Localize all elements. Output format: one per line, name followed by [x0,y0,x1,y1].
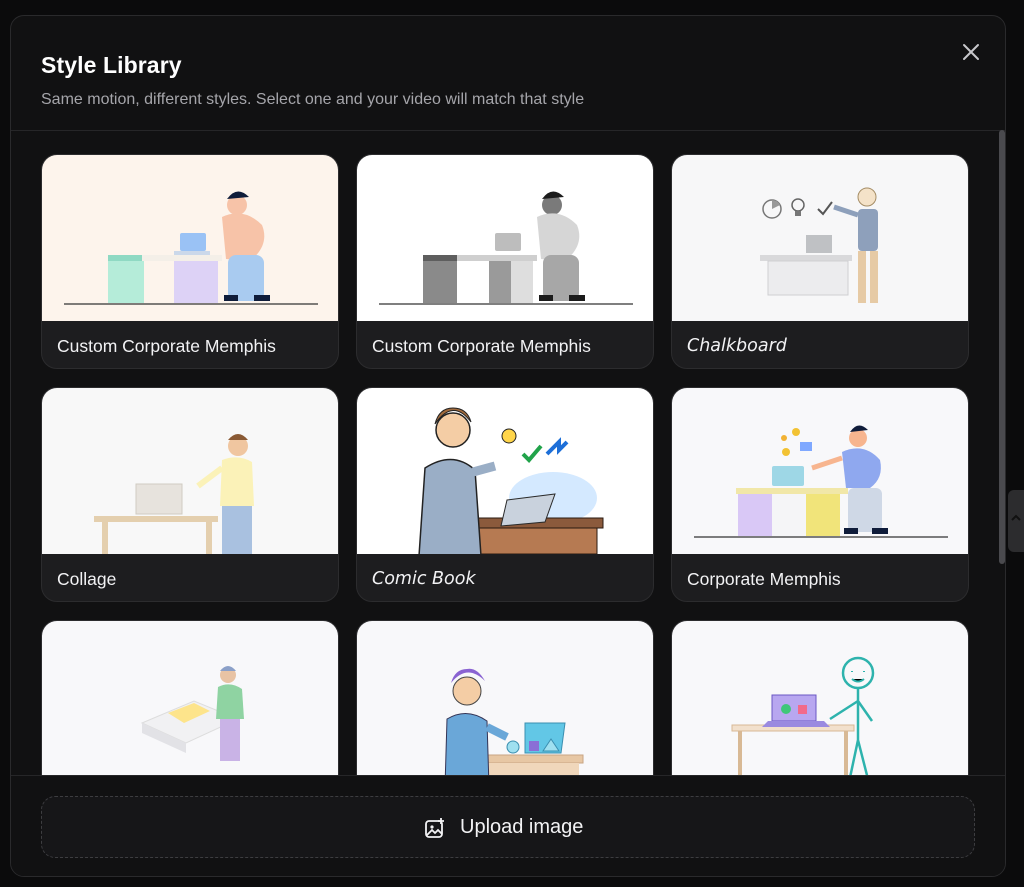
style-grid: Custom Corporate Memphis Custom Corporat… [11,131,1005,775]
upload-image-label: Upload image [460,816,584,838]
style-card-stick-figure[interactable] [671,620,969,775]
image-add-icon [425,818,444,838]
style-thumbnail [42,621,338,775]
dialog-title: Style Library [41,52,182,78]
style-thumbnail [357,155,653,321]
style-card-isometric[interactable] [41,620,339,775]
style-thumbnail [42,155,338,321]
style-label: Custom Corporate Memphis [372,336,591,356]
style-thumbnail [357,621,653,775]
style-label: Collage [57,569,117,589]
style-thumbnail [672,621,968,775]
style-library-dialog: Style Library Same motion, different sty… [10,15,1006,877]
style-label: Chalkboard [687,336,787,356]
style-thumbnail [672,155,968,321]
style-thumbnail [42,388,338,554]
style-card-custom-corporate-memphis-color[interactable]: Custom Corporate Memphis [41,154,339,369]
background-panel-edge [1008,490,1024,552]
close-icon[interactable] [959,40,983,64]
chevron-up-icon [1011,514,1021,521]
style-card-collage[interactable]: Collage [41,387,339,602]
dialog-subtitle: Same motion, different styles. Select on… [41,91,585,108]
style-card-cartoon[interactable] [356,620,654,775]
style-label: Corporate Memphis [687,569,841,589]
style-thumbnail [357,388,653,554]
style-card-corporate-memphis[interactable]: Corporate Memphis [671,387,969,602]
scrollbar-thumb[interactable] [999,130,1005,564]
style-card-chalkboard[interactable]: Chalkboard [671,154,969,369]
style-card-custom-corporate-memphis-gray[interactable]: Custom Corporate Memphis [356,154,654,369]
style-card-comic-book[interactable]: Comic Book [356,387,654,602]
dialog-header: Style Library Same motion, different sty… [11,16,1005,131]
style-label: Custom Corporate Memphis [57,336,276,356]
style-label: Comic Book [372,569,476,589]
upload-image-button[interactable]: Upload image [41,796,975,858]
dialog-footer: Upload image [11,775,1005,876]
style-thumbnail [672,388,968,554]
